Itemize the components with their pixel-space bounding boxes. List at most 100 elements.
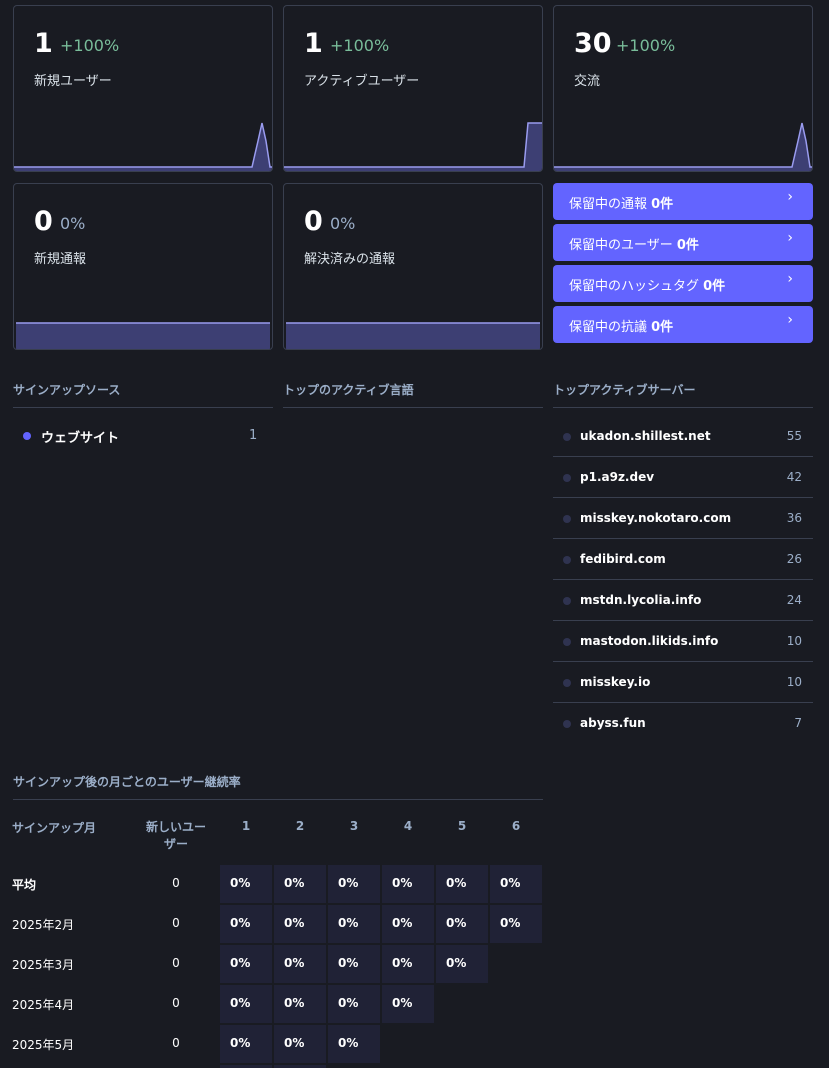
column-header-month-5: 5: [457, 819, 467, 833]
metric-value: 30: [574, 28, 612, 59]
server-row[interactable]: ukadon.shillest.net 55: [553, 416, 813, 457]
metric-change: 0%: [60, 214, 86, 233]
pending-users-button[interactable]: 保留中のユーザー 0件 ›: [553, 224, 813, 261]
retention-cell: 0%: [274, 985, 326, 1023]
sparkline: [284, 122, 542, 171]
retention-cell: 0%: [328, 1025, 380, 1063]
divider: [13, 407, 273, 408]
pending-reports-button[interactable]: 保留中の通報 0件 ›: [553, 183, 813, 220]
retention-cell: 0%: [436, 865, 488, 903]
retention-cell: 0%: [436, 945, 488, 983]
section-title-top-servers: トップアクティブサーバー: [553, 383, 696, 397]
column-header-month: サインアップ月: [12, 821, 97, 835]
pending-label: 保留中のハッシュタグ 0件: [569, 279, 726, 294]
server-name: misskey.nokotaro.com: [580, 511, 732, 525]
server-name: p1.a9z.dev: [580, 470, 655, 484]
retention-cell: 0%: [274, 865, 326, 903]
chevron-right-icon: ›: [787, 271, 793, 287]
legend-dot: [563, 515, 571, 523]
server-row[interactable]: mstdn.lycolia.info 24: [553, 580, 813, 621]
chevron-right-icon: ›: [787, 312, 793, 328]
retention-cell: 0%: [220, 945, 272, 983]
metric-label: アクティブユーザー: [304, 74, 420, 89]
metric-label: 新規ユーザー: [34, 74, 112, 89]
metric-value: 1: [304, 28, 323, 59]
server-value: 26: [786, 552, 802, 566]
server-row[interactable]: p1.a9z.dev 42: [553, 457, 813, 498]
metric-card-active-users[interactable]: 1 +100% アクティブユーザー: [283, 5, 543, 172]
retention-cell: 0%: [220, 905, 272, 943]
column-header-month-6: 6: [511, 819, 521, 833]
pending-hashtags-button[interactable]: 保留中のハッシュタグ 0件 ›: [553, 265, 813, 302]
server-row[interactable]: misskey.io 10: [553, 662, 813, 703]
row-new-users: 0: [172, 996, 180, 1010]
server-row[interactable]: fedibird.com 26: [553, 539, 813, 580]
divider: [553, 407, 813, 408]
chevron-right-icon: ›: [787, 230, 793, 246]
metric-value: 0: [34, 206, 53, 237]
legend-dot: [563, 720, 571, 728]
pending-label: 保留中のユーザー 0件: [569, 238, 699, 253]
pending-label: 保留中の通報 0件: [569, 197, 674, 212]
row-label: 2025年4月: [12, 998, 75, 1012]
metric-change: 0%: [330, 214, 356, 233]
server-value: 10: [786, 675, 802, 689]
server-row[interactable]: abyss.fun 7: [553, 703, 813, 744]
retention-cell: 0%: [328, 985, 380, 1023]
row-new-users: 0: [172, 876, 180, 890]
retention-cell: 0%: [382, 985, 434, 1023]
metric-card-new-users[interactable]: 1 +100% 新規ユーザー: [13, 5, 273, 172]
sparkline: [16, 322, 270, 349]
metric-value: 0: [304, 206, 323, 237]
server-row[interactable]: misskey.nokotaro.com 36: [553, 498, 813, 539]
metric-label: 解決済みの通報: [304, 252, 396, 267]
retention-cell: 0%: [436, 905, 488, 943]
metric-label: 新規通報: [34, 252, 87, 267]
divider: [13, 799, 543, 800]
metric-change: +100%: [60, 36, 120, 55]
row-new-users: 0: [172, 956, 180, 970]
legend-dot: [563, 556, 571, 564]
retention-cell: 0%: [274, 905, 326, 943]
column-header-month-2: 2: [295, 819, 305, 833]
metric-card-interactions[interactable]: 30 +100% 交流: [553, 5, 813, 172]
column-header-month-3: 3: [349, 819, 359, 833]
server-row[interactable]: mastodon.likids.info 10: [553, 621, 813, 662]
server-value: 24: [786, 593, 802, 607]
signup-source-value: 1: [249, 428, 258, 443]
metric-value: 1: [34, 28, 53, 59]
retention-cell: 0%: [220, 985, 272, 1023]
retention-cell: 0%: [382, 905, 434, 943]
row-new-users: 0: [172, 916, 180, 930]
metric-change: +100%: [616, 36, 676, 55]
server-name: ukadon.shillest.net: [580, 429, 711, 443]
column-header-month-4: 4: [403, 819, 413, 833]
column-header-new-users: 新しいユー ザー: [145, 820, 206, 851]
retention-cell: 0%: [328, 945, 380, 983]
legend-dot: [23, 432, 31, 440]
metric-card-resolved-reports[interactable]: 0 0% 解決済みの通報: [283, 183, 543, 350]
sparkline: [286, 322, 540, 349]
server-name: mstdn.lycolia.info: [580, 593, 702, 607]
retention-cell: 0%: [220, 1025, 272, 1063]
server-name: fedibird.com: [580, 552, 666, 566]
row-label: 2025年3月: [12, 958, 75, 972]
section-title-retention: サインアップ後の月ごとのユーザー継続率: [13, 775, 241, 789]
column-header-month-1: 1: [241, 819, 251, 833]
server-name: abyss.fun: [580, 716, 646, 730]
server-name: misskey.io: [580, 675, 651, 689]
row-new-users: 0: [172, 1036, 180, 1050]
divider: [283, 407, 543, 408]
pending-appeals-button[interactable]: 保留中の抗議 0件 ›: [553, 306, 813, 343]
legend-dot: [563, 597, 571, 605]
server-value: 42: [786, 470, 802, 484]
retention-cell: 0%: [382, 945, 434, 983]
row-label: 2025年5月: [12, 1038, 75, 1052]
sparkline: [554, 122, 812, 171]
server-value: 10: [786, 634, 802, 648]
server-value: 7: [794, 716, 802, 730]
retention-cell: 0%: [274, 945, 326, 983]
retention-cell: 0%: [328, 905, 380, 943]
metric-card-new-reports[interactable]: 0 0% 新規通報: [13, 183, 273, 350]
sparkline: [14, 122, 272, 171]
